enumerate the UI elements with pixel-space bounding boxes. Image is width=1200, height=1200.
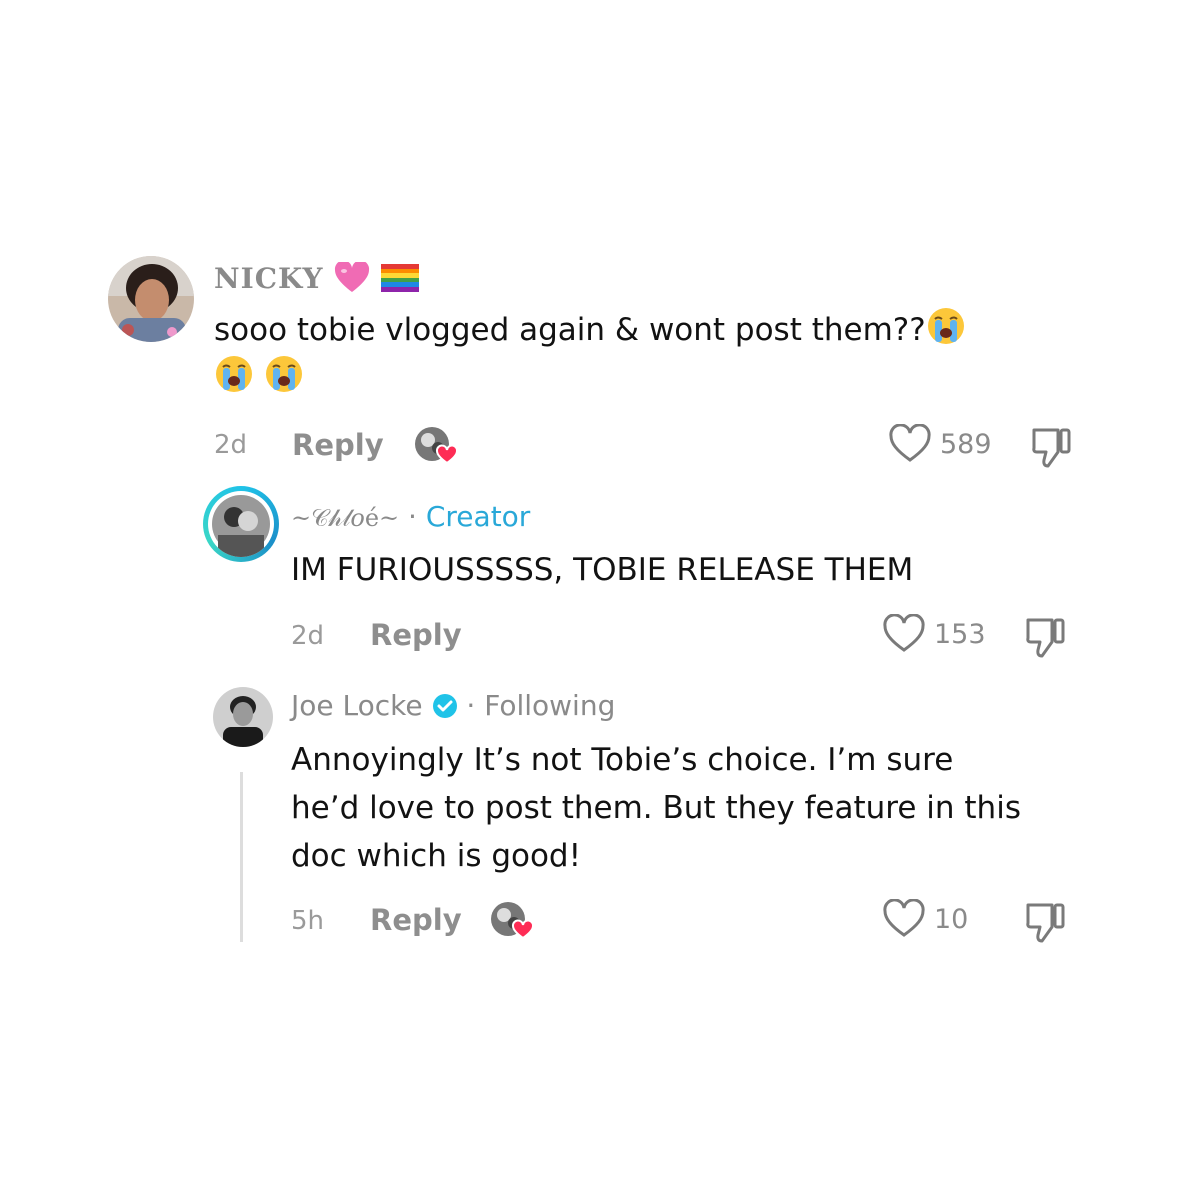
creator-badge: Creator	[425, 500, 531, 533]
comment-text: IM FURIOUSSSSS, TOBIE RELEASE THEM	[291, 552, 914, 588]
reply-button[interactable]: Reply	[292, 428, 384, 462]
timestamp: 2d	[214, 430, 248, 460]
avatar-chloe[interactable]	[208, 491, 274, 557]
comment-text-line: he’d love to post them. But they feature…	[291, 790, 1021, 826]
username[interactable]: ~𝒞𝒽𝓁𝑜é~	[291, 504, 399, 532]
like-heart-icon[interactable]	[888, 423, 932, 468]
dislike-thumb-icon[interactable]	[1024, 899, 1068, 949]
username-row[interactable]: Joe Locke · Following	[291, 689, 615, 722]
username[interactable]: NICKY	[214, 262, 324, 295]
loudly-crying-emoji	[265, 356, 302, 392]
username-row[interactable]: NICKY	[214, 260, 420, 295]
comment-text-line: doc which is good!	[291, 838, 582, 874]
dislike-thumb-icon[interactable]	[1024, 614, 1068, 664]
reply-button[interactable]: Reply	[370, 618, 462, 652]
dislike-thumb-icon[interactable]	[1030, 424, 1074, 474]
timestamp: 5h	[291, 906, 325, 936]
avatar-joe-locke[interactable]	[213, 687, 273, 747]
timestamp: 2d	[291, 621, 325, 651]
username-row[interactable]: ~𝒞𝒽𝓁𝑜é~ · Creator	[291, 500, 530, 533]
comment-text: sooo tobie vlogged again & wont post the…	[214, 306, 1074, 402]
like-heart-icon[interactable]	[882, 613, 926, 658]
username[interactable]: Joe Locke	[291, 689, 423, 722]
separator-dot: ·	[408, 500, 417, 533]
loudly-crying-emoji	[216, 356, 252, 392]
like-count: 589	[940, 429, 992, 460]
following-badge[interactable]: Following	[484, 689, 615, 722]
reply-button[interactable]: Reply	[370, 903, 462, 937]
thread-line	[240, 772, 243, 942]
avatar-ring	[203, 486, 279, 562]
avatar-nicky[interactable]	[108, 256, 194, 342]
comment-text: Annoyingly It’s not Tobie’s choice. I’m …	[291, 736, 1171, 880]
pink-heart-emoji	[335, 260, 370, 292]
like-count: 10	[934, 904, 969, 935]
verified-badge-icon	[432, 694, 457, 718]
rainbow-flag-emoji	[381, 264, 420, 292]
comment-text-line: Annoyingly It’s not Tobie’s choice. I’m …	[291, 742, 954, 778]
liked-by-creator-heart[interactable]	[490, 901, 536, 941]
loudly-crying-emoji	[927, 308, 964, 344]
liked-by-creator-heart[interactable]	[414, 426, 460, 466]
like-count: 153	[934, 619, 986, 650]
separator-dot: ·	[466, 689, 476, 722]
like-heart-icon[interactable]	[882, 898, 926, 943]
